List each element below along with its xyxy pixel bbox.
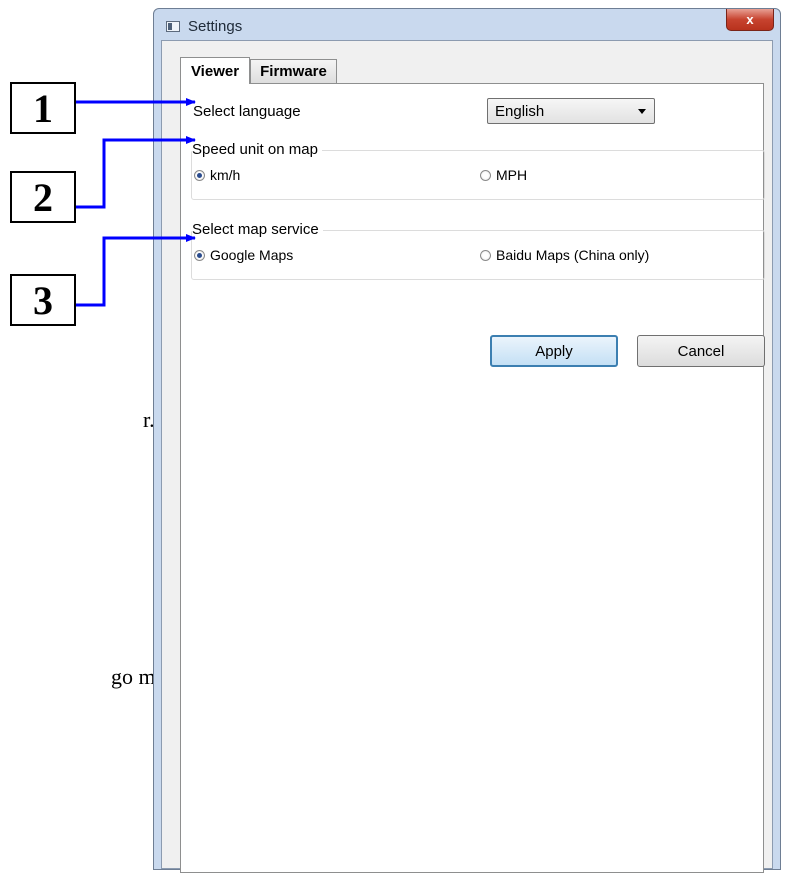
radio-kmh[interactable]: km/h xyxy=(194,167,240,183)
apply-button[interactable]: Apply xyxy=(490,335,618,367)
speed-unit-group-title: Speed unit on map xyxy=(192,141,322,158)
callout-3: 3 xyxy=(10,274,76,326)
radio-baidu-maps[interactable]: Baidu Maps (China only) xyxy=(480,247,649,263)
window-client-area: Viewer Firmware Select language English … xyxy=(161,40,773,873)
radio-unselected-icon xyxy=(480,169,491,181)
callout-2: 2 xyxy=(10,171,76,223)
title-bar[interactable]: Settings x xyxy=(154,9,780,43)
map-service-group-title: Select map service xyxy=(192,221,323,238)
language-select-value: English xyxy=(495,103,545,120)
radio-mph[interactable]: MPH xyxy=(480,167,527,183)
window-app-icon xyxy=(166,21,180,32)
radio-mph-label: MPH xyxy=(496,167,528,183)
settings-window: Settings x Viewer Firmware Select langua… xyxy=(153,8,781,873)
speed-unit-group: Speed unit on map km/h MPH xyxy=(191,141,765,200)
chevron-down-icon xyxy=(638,109,646,114)
cancel-button[interactable]: Cancel xyxy=(637,335,765,367)
window-title: Settings xyxy=(188,18,243,35)
radio-google-maps[interactable]: Google Maps xyxy=(194,247,293,263)
radio-unselected-icon xyxy=(480,249,491,261)
close-icon: x xyxy=(746,12,754,27)
select-language-label: Select language xyxy=(193,103,301,120)
tab-viewer[interactable]: Viewer xyxy=(180,57,250,84)
map-service-group: Select map service Google Maps Baidu Map… xyxy=(191,221,765,280)
radio-kmh-label: km/h xyxy=(210,167,241,183)
callout-1: 1 xyxy=(10,82,76,134)
radio-selected-icon xyxy=(194,249,205,261)
radio-baidu-maps-label: Baidu Maps (China only) xyxy=(496,247,650,263)
radio-selected-icon xyxy=(194,169,205,181)
close-button[interactable]: x xyxy=(726,9,774,31)
radio-google-maps-label: Google Maps xyxy=(210,247,294,263)
viewer-tab-panel: Select language English Speed unit on ma… xyxy=(180,83,765,873)
language-select[interactable]: English xyxy=(487,98,655,124)
tab-firmware[interactable]: Firmware xyxy=(250,59,337,83)
